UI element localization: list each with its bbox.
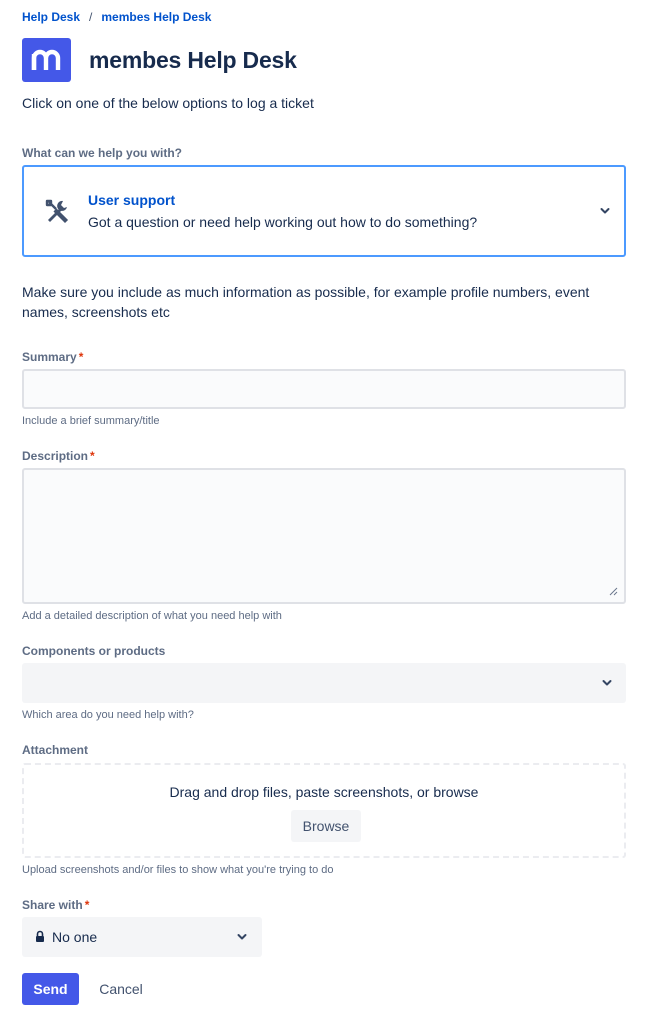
tools-icon (45, 199, 69, 224)
summary-label: Summary * (22, 350, 84, 364)
description-textarea[interactable] (22, 468, 626, 604)
description-label: Description * (22, 449, 95, 463)
lock-icon (36, 930, 44, 942)
breadcrumb-separator: / (89, 10, 93, 24)
required-marker: * (84, 898, 90, 912)
info-text: Make sure you include as much informatio… (22, 284, 590, 320)
components-label: Components or products (22, 644, 166, 658)
description-helper: Add a detailed description of what you n… (22, 610, 282, 622)
share-with-label: Share with * (22, 898, 90, 912)
attachment-label: Attachment (22, 743, 89, 757)
required-marker: * (90, 449, 95, 463)
portal-header: membes Help Desk (22, 38, 297, 82)
browse-button[interactable]: Browse (291, 810, 361, 842)
intro-text: Click on one of the below options to log… (22, 95, 314, 111)
dropzone-text: Drag and drop files, paste screenshots, … (169, 784, 479, 800)
share-with-value: No one (52, 929, 98, 945)
resize-grip-icon[interactable] (609, 587, 618, 596)
request-type-description: Got a question or need help working out … (88, 214, 478, 230)
components-helper: Which area do you need help with? (22, 709, 194, 721)
attachment-helper: Upload screenshots and/or files to show … (22, 864, 334, 876)
send-button[interactable]: Send (22, 973, 79, 1005)
request-type-select[interactable]: User support Got a question or need help… (22, 165, 626, 257)
share-with-select[interactable]: No one (22, 917, 262, 957)
summary-input[interactable] (22, 369, 626, 409)
breadcrumb-current-link[interactable]: membes Help Desk (101, 10, 211, 24)
required-marker: * (78, 350, 84, 364)
m-logo-icon (22, 38, 71, 82)
breadcrumb: Help Desk / membes Help Desk (22, 10, 211, 24)
summary-helper: Include a brief summary/title (22, 415, 160, 427)
components-select[interactable] (22, 663, 626, 703)
breadcrumb-help-desk-link[interactable]: Help Desk (22, 10, 80, 24)
chevron-down-icon (237, 934, 247, 940)
cancel-button[interactable]: Cancel (88, 973, 154, 1005)
chevron-down-icon (602, 680, 612, 686)
chevron-down-icon (600, 208, 610, 214)
request-type-label: What can we help you with? (22, 146, 183, 160)
page-title: membes Help Desk (89, 46, 297, 73)
request-type-title: User support (88, 192, 176, 208)
attachment-dropzone[interactable]: Drag and drop files, paste screenshots, … (22, 763, 626, 858)
